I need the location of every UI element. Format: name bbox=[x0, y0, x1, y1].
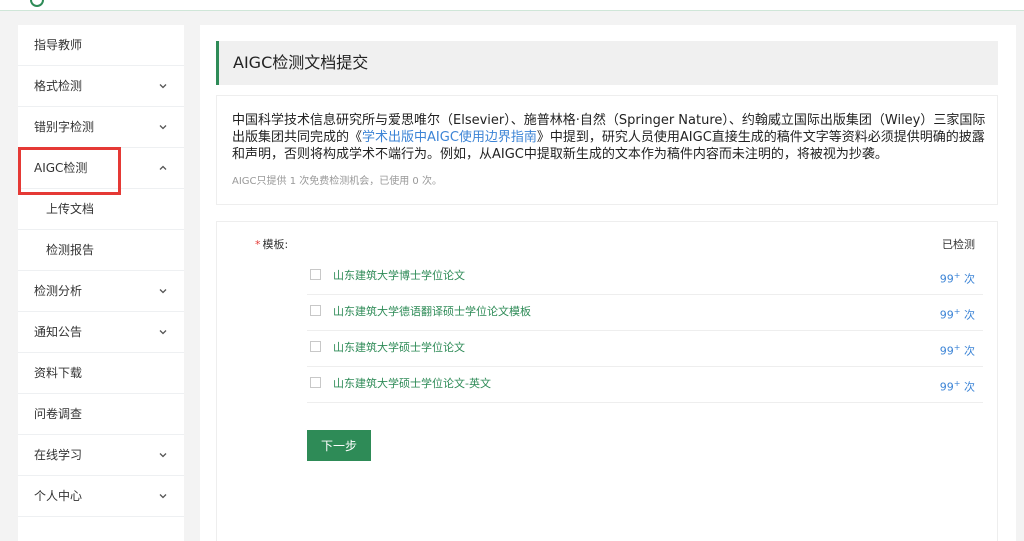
chevron-down-icon bbox=[158, 312, 170, 352]
sidebar-item-label: 通知公告 bbox=[34, 325, 83, 339]
template-check-count: 99+ 次 bbox=[940, 366, 975, 406]
sidebar-item-personal-center[interactable]: 个人中心 bbox=[18, 476, 184, 517]
checked-count-header: 已检测 bbox=[942, 238, 975, 251]
sidebar-item-announcements[interactable]: 通知公告 bbox=[18, 312, 184, 353]
chevron-up-icon bbox=[158, 148, 170, 188]
sidebar-item-label: 个人中心 bbox=[34, 489, 83, 503]
sidebar-item-label: 检测分析 bbox=[34, 284, 83, 298]
sidebar-item-upload-document[interactable]: 上传文档 bbox=[18, 189, 184, 230]
page-title: AIGC检测文档提交 bbox=[216, 41, 998, 85]
required-mark: * bbox=[255, 238, 261, 251]
main-panel: AIGC检测文档提交 中国科学技术信息研究所与爱思唯尔（Elsevier）、施普… bbox=[200, 25, 1016, 541]
sidebar-item-format-check[interactable]: 格式检测 bbox=[18, 66, 184, 107]
template-label-text: 模板: bbox=[262, 238, 289, 251]
template-checkbox[interactable] bbox=[310, 377, 321, 388]
template-check-count: 99+ 次 bbox=[940, 294, 975, 334]
template-check-count-plus: + bbox=[953, 307, 961, 316]
sidebar-item-typo-check[interactable]: 错别字检测 bbox=[18, 107, 184, 148]
template-name: 山东建筑大学博士学位论文 bbox=[333, 269, 465, 282]
template-checkbox[interactable] bbox=[310, 269, 321, 280]
sidebar-item-online-learning[interactable]: 在线学习 bbox=[18, 435, 184, 476]
sidebar-item-advisor[interactable]: 指导教师 bbox=[18, 25, 184, 66]
chevron-down-icon bbox=[158, 476, 170, 516]
sidebar-item-label: AIGC检测 bbox=[34, 161, 88, 175]
template-option[interactable]: 山东建筑大学德语翻译硕士学位论文模板 99+ 次 bbox=[307, 294, 983, 331]
sidebar-item-label: 检测报告 bbox=[46, 243, 95, 257]
template-check-count-value: 99 bbox=[939, 344, 954, 358]
logo-icon bbox=[30, 0, 44, 7]
template-label: * 模板: bbox=[255, 236, 288, 252]
template-name: 山东建筑大学硕士学位论文 bbox=[333, 341, 465, 354]
template-check-count-plus: + bbox=[953, 343, 961, 352]
template-check-count-value: 99 bbox=[939, 380, 954, 394]
template-check-count-value: 99 bbox=[939, 308, 954, 322]
sidebar: 指导教师 格式检测 错别字检测 AIGC检测 上传文档 检测报告 检测分析 通知… bbox=[18, 25, 184, 541]
template-check-count-plus: + bbox=[953, 271, 961, 280]
template-check-count: 99+ 次 bbox=[940, 330, 975, 370]
template-name: 山东建筑大学德语翻译硕士学位论文模板 bbox=[333, 305, 531, 318]
template-check-count-unit: 次 bbox=[960, 344, 975, 358]
chevron-down-icon bbox=[158, 66, 170, 106]
sidebar-item-detection-analysis[interactable]: 检测分析 bbox=[18, 271, 184, 312]
sidebar-item-label: 指导教师 bbox=[34, 38, 83, 52]
sidebar-item-survey[interactable]: 问卷调查 bbox=[18, 394, 184, 435]
template-check-count: 99+ 次 bbox=[940, 258, 975, 298]
sidebar-item-label: 格式检测 bbox=[34, 79, 83, 93]
chevron-down-icon bbox=[158, 271, 170, 311]
template-check-count-unit: 次 bbox=[960, 308, 975, 322]
sidebar-item-label: 在线学习 bbox=[34, 448, 83, 462]
sidebar-item-label: 资料下载 bbox=[34, 366, 83, 380]
template-form: * 模板: 已检测 山东建筑大学博士学位论文 99+ 次 山东建筑大学德语翻译硕士… bbox=[216, 221, 998, 541]
sidebar-item-aigc-check[interactable]: AIGC检测 bbox=[18, 148, 184, 189]
template-check-count-unit: 次 bbox=[960, 380, 975, 394]
template-option[interactable]: 山东建筑大学硕士学位论文 99+ 次 bbox=[307, 330, 983, 367]
chevron-down-icon bbox=[158, 435, 170, 475]
sidebar-item-detection-report[interactable]: 检测报告 bbox=[18, 230, 184, 271]
notice-card: 中国科学技术信息研究所与爱思唯尔（Elsevier）、施普林格·自然（Sprin… bbox=[216, 95, 998, 205]
template-check-count-value: 99 bbox=[939, 272, 954, 286]
template-name: 山东建筑大学硕士学位论文-英文 bbox=[333, 377, 491, 390]
template-check-count-unit: 次 bbox=[960, 272, 975, 286]
guideline-link[interactable]: 学术出版中AIGC使用边界指南 bbox=[362, 130, 537, 145]
template-option[interactable]: 山东建筑大学博士学位论文 99+ 次 bbox=[307, 258, 983, 295]
chevron-down-icon bbox=[158, 107, 170, 147]
template-checkbox[interactable] bbox=[310, 305, 321, 316]
sidebar-item-downloads[interactable]: 资料下载 bbox=[18, 353, 184, 394]
notice-text: 中国科学技术信息研究所与爱思唯尔（Elsevier）、施普林格·自然（Sprin… bbox=[232, 112, 987, 163]
top-bar bbox=[0, 0, 1024, 11]
usage-info: AIGC只提供 1 次免费检测机会，已使用 0 次。 bbox=[232, 176, 442, 187]
template-checkbox[interactable] bbox=[310, 341, 321, 352]
next-step-button[interactable]: 下一步 bbox=[307, 430, 371, 461]
sidebar-item-label: 错别字检测 bbox=[34, 120, 95, 134]
sidebar-item-label: 问卷调查 bbox=[34, 407, 83, 421]
sidebar-item-label: 上传文档 bbox=[46, 202, 95, 216]
template-check-count-plus: + bbox=[953, 379, 961, 388]
template-option[interactable]: 山东建筑大学硕士学位论文-英文 99+ 次 bbox=[307, 366, 983, 403]
